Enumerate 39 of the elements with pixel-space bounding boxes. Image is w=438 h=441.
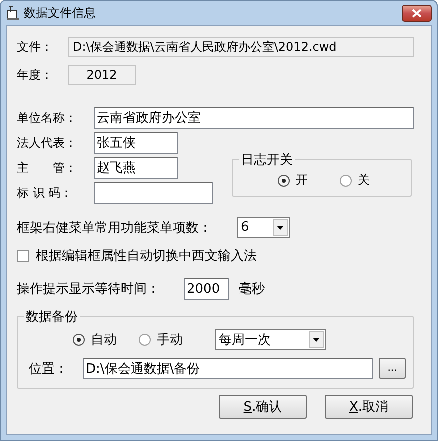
field-label: 单位名称：	[17, 110, 78, 126]
close-icon	[412, 8, 422, 18]
checkbox[interactable]	[17, 250, 29, 262]
dropdown[interactable]: 每周一次	[215, 329, 326, 350]
dialog-button[interactable]: S.确认	[219, 395, 307, 419]
browse-button[interactable]: ...	[379, 358, 406, 379]
window-title: 数据文件信息	[24, 4, 96, 22]
input-field[interactable]	[94, 182, 213, 204]
input-field[interactable]: 赵飞燕	[94, 157, 178, 179]
field-label: 标 识 码：	[17, 184, 74, 202]
dialog-button[interactable]: X.取消	[325, 395, 413, 419]
field-label: 操作提示显示等待时间：	[17, 281, 161, 298]
field-label: 法人代表：	[17, 134, 78, 152]
input-field[interactable]: 张五侠	[94, 132, 178, 154]
year-field: 2012	[68, 65, 136, 85]
radio-label: 关	[358, 172, 370, 189]
window-icon	[6, 6, 20, 20]
field-label: 主 管：	[17, 160, 78, 176]
radio-label: 开	[296, 172, 308, 189]
field-label: 框架右健菜单常用功能菜单项数：	[17, 220, 213, 236]
input-field[interactable]: D:\保会通数据\备份	[83, 358, 373, 379]
field-label: 年度：	[17, 66, 54, 84]
input-field[interactable]: 2000	[184, 278, 229, 300]
checkbox-label: 根据编辑框属性自动切换中西文输入法	[36, 248, 257, 265]
dropdown[interactable]: 6	[237, 217, 290, 238]
unit-label: 毫秒	[239, 281, 265, 298]
close-button[interactable]	[402, 4, 432, 22]
radio-button[interactable]	[340, 174, 352, 186]
radio-button[interactable]	[73, 334, 85, 346]
field-label: 文件：	[17, 38, 54, 56]
radio-button[interactable]	[139, 334, 151, 346]
radio-button[interactable]	[278, 174, 290, 186]
group-title: 数据备份	[24, 308, 80, 326]
radio-label: 自动	[91, 332, 117, 348]
radio-label: 手动	[157, 332, 183, 348]
input-field[interactable]: 云南省政府办公室	[94, 107, 414, 129]
file-path-field: D:\保会通数据\云南省人民政府办公室\2012.cwd	[68, 37, 414, 57]
field-label: 位置：	[29, 360, 69, 378]
group-title: 日志开关	[239, 151, 295, 169]
